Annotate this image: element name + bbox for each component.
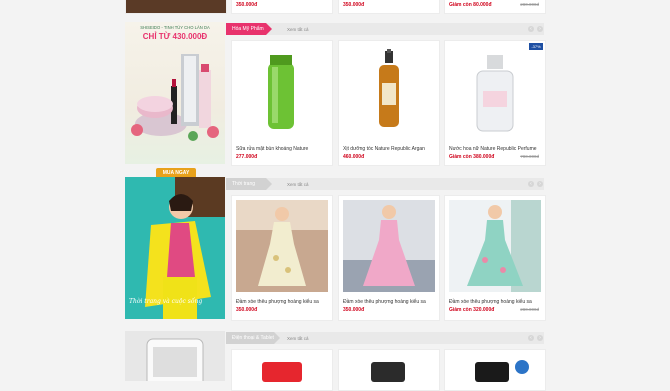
prev-arrow-icon[interactable]: ‹ [528, 335, 534, 341]
product-image [449, 200, 541, 292]
tab-phones[interactable]: Điện thoại & Tablet [226, 332, 280, 344]
banner-headline: CHỈ TỪ 430.000Đ [142, 32, 208, 41]
next-arrow-icon[interactable]: › [537, 26, 543, 32]
banner-script-text: Thời trang và cuộc sống [129, 298, 203, 305]
product-card[interactable]: 350.000đ [338, 0, 440, 14]
product-name[interactable]: Đầm xòe thêu phượng hoàng kiểu sa [449, 299, 532, 305]
product-image [371, 362, 405, 382]
product-price: Giảm còn 320.000đ [449, 307, 495, 313]
top-banner-card[interactable] [125, 0, 227, 14]
product-name[interactable]: Xịt dưỡng tóc Nature Republic Argan [343, 146, 425, 152]
product-old-price: 780.000đ [520, 154, 539, 159]
section-header-bar [226, 23, 544, 35]
product-price: 350.000đ [343, 2, 365, 8]
product-image [476, 55, 514, 132]
product-card[interactable] [231, 349, 333, 391]
product-card[interactable]: Giảm còn 80.000đ 280.000đ [444, 0, 546, 14]
product-name[interactable]: Đầm xòe thêu phượng hoàng kiểu sa [343, 299, 426, 305]
prev-arrow-icon[interactable]: ‹ [528, 26, 534, 32]
discount-badge: -37% [529, 43, 543, 50]
section-header-bar [226, 178, 544, 190]
product-card[interactable]: Đầm xòe thêu phượng hoàng kiểu sa Giảm c… [444, 195, 546, 321]
promo-sticker-icon [515, 360, 529, 374]
product-image [236, 200, 328, 292]
product-image [262, 362, 302, 382]
product-card[interactable]: Xịt dưỡng tóc Nature Republic Argan 460.… [338, 40, 440, 166]
product-price: 350.000đ [343, 307, 365, 313]
product-image [475, 362, 509, 382]
product-price: 277.000đ [236, 154, 258, 160]
product-price: 350.000đ [236, 307, 258, 313]
product-card[interactable]: 350.000đ [231, 0, 333, 14]
product-card[interactable] [338, 349, 440, 391]
see-all-link[interactable]: Xem tất cả [287, 336, 309, 341]
product-price: 350.000đ [236, 2, 258, 8]
product-card[interactable]: Đầm xòe thêu phượng hoàng kiểu sa 350.00… [338, 195, 440, 321]
product-price: Giảm còn 80.000đ [449, 2, 492, 8]
fashion-banner[interactable]: Thời trang và cuộc sống [125, 177, 225, 319]
cosmetics-banner[interactable]: SHISEIDO - TINH TÚY CHO LÀN DA CHỈ TỪ 43… [125, 22, 225, 179]
next-arrow-icon[interactable]: › [537, 335, 543, 341]
product-image [379, 49, 399, 127]
product-card[interactable]: Sữa rửa mặt bùn khoáng Nature 277.000đ [231, 40, 333, 166]
phone-image [146, 338, 204, 381]
product-name[interactable]: Nước hoa nữ Nature Republic Perfume [449, 146, 537, 152]
see-all-link[interactable]: Xem tất cả [287, 27, 309, 32]
cosmetics-products-image [131, 54, 219, 141]
product-price: 460.000đ [343, 154, 365, 160]
tab-cosmetics[interactable]: Hóa Mỹ Phẩm [226, 23, 272, 35]
tab-fashion[interactable]: Thời trang [226, 178, 272, 190]
product-card[interactable]: Đầm xòe thêu phượng hoàng kiểu sa 350.00… [231, 195, 333, 321]
product-old-price: 280.000đ [520, 307, 539, 312]
product-name[interactable]: Đầm xòe thêu phượng hoàng kiểu sa [236, 299, 319, 305]
product-old-price: 280.000đ [520, 2, 539, 7]
product-card[interactable]: -37% Nước hoa nữ Nature Republic Perfume… [444, 40, 546, 166]
product-name[interactable]: Sữa rửa mặt bùn khoáng Nature [236, 146, 308, 152]
see-all-link[interactable]: Xem tất cả [287, 182, 309, 187]
next-arrow-icon[interactable]: › [537, 181, 543, 187]
product-image [343, 200, 435, 292]
product-price: Giảm còn 380.000đ [449, 154, 495, 160]
product-image [268, 55, 294, 129]
banner-title: SHISEIDO - TINH TÚY CHO LÀN DA [140, 25, 210, 30]
prev-arrow-icon[interactable]: ‹ [528, 181, 534, 187]
product-card[interactable] [444, 349, 546, 391]
phones-banner[interactable] [125, 331, 225, 381]
